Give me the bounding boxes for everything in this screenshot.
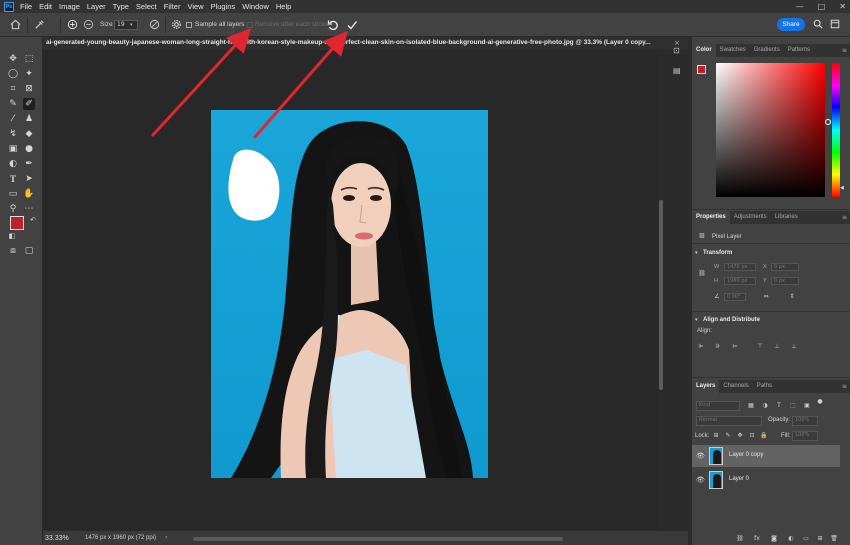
color-panel-menu-icon[interactable]: ≡ bbox=[842, 47, 847, 54]
tab-patterns[interactable]: Patterns bbox=[784, 44, 814, 57]
arrow-to-remove-after-stroke bbox=[150, 28, 252, 138]
layer-row-layer-0[interactable]: 👁 Layer 0 bbox=[692, 469, 840, 491]
filter-toggle-icon[interactable]: ● bbox=[816, 398, 824, 406]
visibility-eye-icon[interactable]: 👁 bbox=[696, 452, 705, 460]
filter-pixel-icon[interactable]: ▦ bbox=[747, 402, 755, 410]
filter-smart-object-icon[interactable]: ▣ bbox=[803, 402, 811, 410]
tab-color[interactable]: Color bbox=[692, 44, 716, 57]
delete-layer-icon[interactable]: 🗑 bbox=[830, 535, 838, 543]
align-label: Align: bbox=[697, 328, 713, 334]
tab-swatches[interactable]: Swatches bbox=[716, 44, 750, 57]
comments-panel-icon[interactable]: ▤ bbox=[673, 66, 681, 75]
flip-vertical-icon[interactable]: ⇕ bbox=[788, 293, 796, 301]
align-left-icon[interactable]: ⊫ bbox=[697, 343, 705, 351]
layer-name: Layer 0 copy bbox=[729, 452, 764, 458]
layers-panel-menu-icon[interactable]: ≡ bbox=[842, 383, 847, 390]
color-picker-marker[interactable] bbox=[825, 119, 831, 125]
link-dimensions-icon[interactable]: ⛓ bbox=[698, 270, 706, 278]
tab-properties[interactable]: Properties bbox=[692, 211, 730, 224]
opacity-label: Opacity: bbox=[768, 417, 791, 423]
layer-thumbnail bbox=[709, 471, 723, 489]
hue-slider[interactable] bbox=[832, 63, 840, 197]
tab-adjustments[interactable]: Adjustments bbox=[730, 211, 771, 224]
lock-transparency-icon[interactable]: ⊞ bbox=[712, 432, 720, 440]
opacity-field[interactable]: 100% bbox=[792, 416, 818, 426]
y-field[interactable]: 0 px bbox=[771, 277, 799, 285]
fill-label: Fill: bbox=[781, 433, 791, 439]
layer-effects-icon[interactable]: fx bbox=[753, 535, 761, 543]
angle-icon: ∠ bbox=[714, 293, 720, 300]
color-picker-field[interactable] bbox=[716, 63, 831, 197]
align-center-h-icon[interactable]: ⊪ bbox=[714, 343, 722, 351]
transform-chevron-icon[interactable]: ▾ bbox=[695, 250, 698, 256]
layer-thumbnail bbox=[709, 447, 723, 465]
align-bottom-icon[interactable]: ⊥ bbox=[790, 343, 798, 351]
fill-field[interactable]: 100% bbox=[792, 431, 818, 441]
width-field[interactable]: 1476 px bbox=[724, 263, 756, 271]
x-field[interactable]: 0 px bbox=[771, 263, 799, 271]
lock-pixels-icon[interactable]: ✎ bbox=[724, 432, 732, 440]
align-top-icon[interactable]: ⊤ bbox=[756, 343, 764, 351]
blend-mode-select[interactable]: Normal bbox=[696, 416, 762, 426]
flip-horizontal-icon[interactable]: ⇔ bbox=[762, 293, 770, 301]
properties-panel-menu-icon[interactable]: ≡ bbox=[842, 214, 847, 221]
visibility-eye-icon[interactable]: 👁 bbox=[696, 476, 705, 484]
layer-filter-kind[interactable]: Kind bbox=[696, 401, 740, 411]
height-field[interactable]: 1960 px bbox=[724, 277, 756, 285]
new-layer-icon[interactable]: ⊞ bbox=[816, 535, 824, 543]
adjustment-layer-icon[interactable]: ◐ bbox=[787, 535, 795, 543]
tab-libraries[interactable]: Libraries bbox=[771, 211, 802, 224]
tab-paths[interactable]: Paths bbox=[753, 380, 776, 393]
x-label: X bbox=[763, 264, 767, 270]
filter-type-icon[interactable]: T bbox=[775, 402, 783, 410]
tab-channels[interactable]: Channels bbox=[719, 380, 752, 393]
right-panels: Color Swatches Gradients Patterns ≡ ◀ Pr… bbox=[692, 37, 850, 545]
pixel-layer-label: Pixel Layer bbox=[712, 234, 742, 240]
h-label: H bbox=[714, 278, 718, 284]
layers-panel-tabs: Layers Channels Paths ≡ bbox=[692, 380, 850, 393]
transform-title: Transform bbox=[703, 250, 733, 256]
panel-foreground-swatch[interactable] bbox=[697, 65, 706, 74]
lock-all-icon[interactable]: 🔒 bbox=[760, 432, 768, 440]
zoom-level[interactable]: 33.33% bbox=[45, 535, 69, 542]
align-middle-v-icon[interactable]: ⊥ bbox=[773, 343, 781, 351]
lock-position-icon[interactable]: ✥ bbox=[736, 432, 744, 440]
align-right-icon[interactable]: ⊨ bbox=[731, 343, 739, 351]
pixel-layer-icon: ▨ bbox=[699, 232, 705, 239]
layer-row-layer-0-copy[interactable]: 👁 Layer 0 copy bbox=[692, 445, 840, 467]
hue-slider-handle[interactable]: ◀ bbox=[840, 185, 844, 191]
tab-layers[interactable]: Layers bbox=[692, 380, 720, 393]
angle-field[interactable]: 0.00° bbox=[724, 293, 746, 301]
horizontal-scroll-thumb[interactable] bbox=[193, 537, 563, 541]
link-layers-icon[interactable]: ⛓ bbox=[736, 535, 744, 543]
align-chevron-icon[interactable]: ▾ bbox=[695, 317, 698, 323]
document-info: 1476 px x 1960 px (72 ppi) bbox=[85, 535, 157, 541]
group-layers-icon[interactable]: ▭ bbox=[802, 535, 810, 543]
lock-label: Lock: bbox=[695, 433, 710, 439]
lock-artboard-icon[interactable]: ⊡ bbox=[748, 432, 756, 440]
tab-gradients[interactable]: Gradients bbox=[750, 44, 784, 57]
status-arrow-icon[interactable]: › bbox=[165, 534, 167, 541]
add-mask-icon[interactable]: ◙ bbox=[770, 535, 778, 543]
w-label: W bbox=[714, 264, 720, 270]
status-bar: 33.33% 1476 px x 1960 px (72 ppi) › bbox=[43, 530, 688, 545]
color-panel-tabs: Color Swatches Gradients Patterns ≡ bbox=[692, 44, 850, 57]
history-panel-icon[interactable]: ⊡ bbox=[673, 46, 680, 55]
arrow-to-apply-check bbox=[252, 30, 348, 139]
y-label: Y bbox=[763, 278, 767, 284]
filter-shape-icon[interactable]: ⬚ bbox=[789, 402, 797, 410]
properties-panel-tabs: Properties Adjustments Libraries ≡ bbox=[692, 211, 850, 224]
align-distribute-title: Align and Distribute bbox=[703, 317, 760, 323]
filter-adjustment-icon[interactable]: ◑ bbox=[761, 402, 769, 410]
layer-name: Layer 0 bbox=[729, 476, 750, 482]
